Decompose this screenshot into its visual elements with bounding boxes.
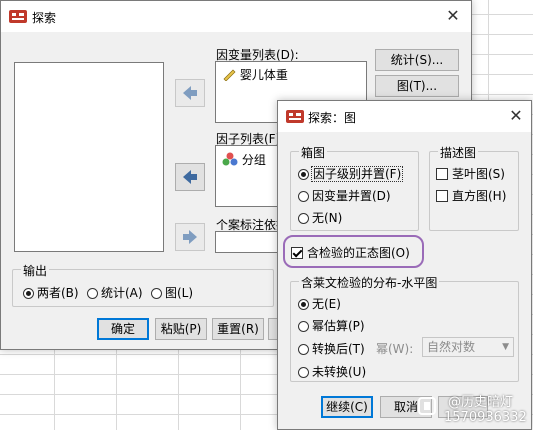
output-plots-radio[interactable]: 图(L) [151, 284, 193, 301]
reset-button[interactable]: 重置(R) [212, 318, 264, 340]
radio-selected-icon [298, 299, 309, 310]
spread-level-group-title: 含莱文检验的分布-水平图 [299, 274, 440, 291]
radio-selected-icon [23, 288, 34, 299]
move-to-dependent-button[interactable] [175, 79, 205, 107]
output-statistics-radio[interactable]: 统计(A) [87, 284, 143, 301]
power-estimation-label: 幂估算(P) [312, 319, 365, 333]
descriptive-group-title: 描述图 [438, 144, 479, 161]
power-estimation-radio[interactable]: 幂估算(P) [298, 317, 365, 334]
arrow-right-icon [183, 86, 197, 100]
output-statistics-label: 统计(A) [101, 286, 143, 300]
stem-leaf-label: 茎叶图(S) [452, 167, 505, 181]
radio-icon [298, 367, 309, 378]
explore-titlebar: 探索 ✕ [1, 1, 471, 32]
radio-icon [151, 288, 162, 299]
output-both-label: 两者(B) [37, 286, 79, 300]
histogram-label: 直方图(H) [452, 189, 507, 203]
histogram-checkbox[interactable]: 直方图(H) [436, 187, 506, 204]
power-select-value: 自然对数 [427, 340, 476, 354]
radio-icon [87, 288, 98, 299]
statistics-button[interactable]: 统计(S)... [375, 49, 459, 71]
factor-item-label: 分组 [241, 153, 266, 167]
checkbox-icon [436, 168, 448, 180]
radio-selected-icon [298, 169, 309, 180]
boxplot-factor-levels-radio[interactable]: 因子级别并置(F) [298, 165, 404, 182]
checkbox-checked-icon [291, 247, 303, 259]
close-icon[interactable]: ✕ [441, 5, 465, 27]
radio-icon [298, 344, 309, 355]
explore-title: 探索 [32, 11, 57, 25]
descriptive-group: 描述图 茎叶图(S) 直方图(H) [429, 144, 519, 231]
nominal-variable-icon [222, 152, 238, 166]
plots-titlebar: 探索：图 ✕ [278, 101, 531, 132]
untransformed-radio[interactable]: 未转换(U) [298, 363, 366, 380]
watermark: @历史暗灯 1570936332 [430, 395, 527, 425]
watermark-line-1: @历史暗灯 [448, 395, 514, 410]
move-to-factor-button[interactable] [175, 163, 205, 191]
arrow-right-icon [183, 230, 197, 244]
ok-button[interactable]: 确定 [97, 318, 149, 340]
watermark-line-2: 1570936332 [444, 410, 527, 425]
radio-icon [298, 213, 309, 224]
plots-title: 探索：图 [308, 111, 357, 125]
stem-leaf-checkbox[interactable]: 茎叶图(S) [436, 165, 505, 182]
boxplot-group: 箱图 因子级别并置(F) 因变量并置(D) 无(N) [290, 144, 419, 231]
list-item[interactable]: 分组 [222, 151, 266, 168]
boxplot-none-label: 无(N) [312, 211, 343, 225]
arrow-left-icon [183, 170, 197, 184]
transformed-label: 转换后(T) [312, 342, 365, 356]
close-icon[interactable]: ✕ [504, 105, 528, 127]
spread-level-group: 含莱文检验的分布-水平图 无(E) 幂估算(P) 转换后(T) 幂(W): 自然… [290, 274, 519, 382]
ruler-scale-icon [223, 69, 236, 82]
watermark-logo-icon [418, 397, 436, 415]
boxplot-dependents-radio[interactable]: 因变量并置(D) [298, 187, 391, 204]
dependent-item-label: 婴儿体重 [239, 68, 288, 82]
source-variable-list[interactable] [14, 62, 164, 252]
power-label: 幂(W): [376, 342, 414, 356]
spread-none-label: 无(E) [312, 297, 341, 311]
boxplot-dependents-label: 因变量并置(D) [312, 189, 391, 203]
list-item[interactable]: 婴儿体重 [222, 66, 288, 83]
output-group-title: 输出 [21, 262, 50, 279]
boxplot-group-title: 箱图 [299, 144, 328, 161]
continue-button[interactable]: 继续(C) [321, 396, 373, 418]
untransformed-label: 未转换(U) [312, 365, 367, 379]
spread-none-radio[interactable]: 无(E) [298, 295, 341, 312]
boxplot-factor-levels-label: 因子级别并置(F) [310, 166, 404, 182]
normality-plot-label: 含检验的正态图(O) [307, 246, 410, 260]
radio-icon [298, 191, 309, 202]
boxplot-none-radio[interactable]: 无(N) [298, 209, 342, 226]
plots-button[interactable]: 图(T)... [375, 75, 459, 97]
paste-button[interactable]: 粘贴(P) [155, 318, 207, 340]
spss-app-icon [9, 10, 27, 23]
explore-plots-dialog: 探索：图 ✕ 箱图 因子级别并置(F) 因变量并置(D) 无(N) 描述图 茎叶… [277, 100, 532, 430]
transformed-radio[interactable]: 转换后(T) [298, 340, 365, 357]
radio-icon [298, 321, 309, 332]
power-select[interactable]: 自然对数 ▼ [422, 337, 514, 357]
chevron-down-icon: ▼ [502, 342, 509, 352]
spss-app-icon [286, 110, 304, 123]
normality-plot-checkbox[interactable]: 含检验的正态图(O) [291, 244, 410, 261]
checkbox-icon [436, 190, 448, 202]
output-both-radio[interactable]: 两者(B) [23, 284, 79, 301]
output-plots-label: 图(L) [165, 286, 194, 300]
output-group: 输出 两者(B) 统计(A) 图(L) [12, 262, 274, 307]
move-to-case-label-button[interactable] [175, 223, 205, 251]
